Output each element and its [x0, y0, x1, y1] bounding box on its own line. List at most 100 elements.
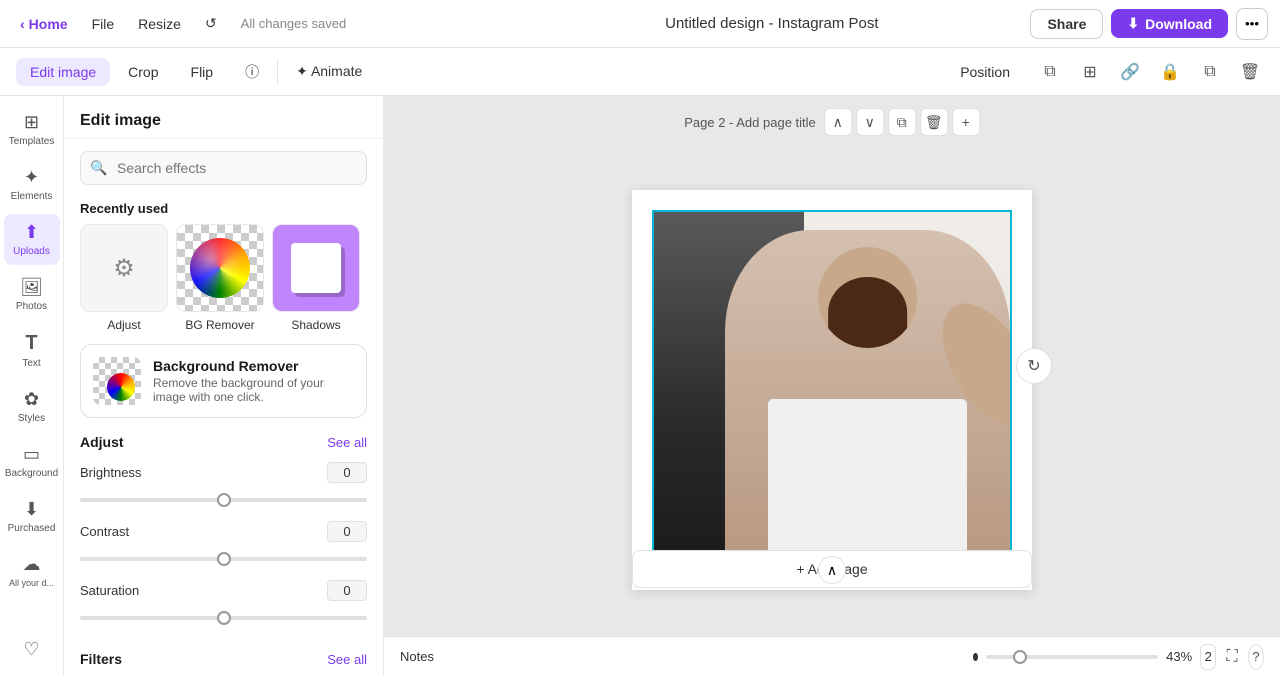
- templates-icon: ⊞: [24, 112, 39, 133]
- canvas-image[interactable]: ↻: [652, 210, 1012, 570]
- sidebar-item-photos[interactable]: 🖼 Photos: [4, 269, 60, 320]
- sidebar-item-label: Styles: [18, 413, 45, 424]
- download-button[interactable]: ⬇ Download: [1111, 9, 1228, 38]
- shadow-square: [291, 243, 341, 293]
- tab-animate[interactable]: ✦ Animate: [282, 57, 376, 86]
- zoom-percentage: 43%: [1166, 649, 1192, 664]
- link-icon[interactable]: 🔗: [1116, 58, 1144, 86]
- shirt: [768, 399, 967, 568]
- copy-icon[interactable]: ⧉: [1196, 58, 1224, 86]
- page-title-bar: Page 2 - Add page title ∧ ∨ ⧉ 🗑 +: [684, 108, 980, 136]
- ellipsis-icon: •••: [1245, 16, 1259, 31]
- effect-bg-remover[interactable]: BG Remover: [176, 224, 264, 332]
- sidebar-item-templates[interactable]: ⊞ Templates: [4, 104, 60, 155]
- contrast-slider-row: Contrast 0: [80, 521, 367, 566]
- canvas-page: ↻: [632, 190, 1032, 590]
- head: [818, 247, 918, 348]
- tab-info[interactable]: ⓘ: [231, 56, 273, 88]
- sidebar-item-label: Text: [22, 358, 40, 369]
- search-icon: 🔍: [90, 160, 107, 177]
- photos-icon: 🖼: [20, 277, 43, 298]
- animate-icon: ✦: [296, 63, 308, 79]
- more-options-button[interactable]: •••: [1236, 8, 1268, 40]
- help-button[interactable]: ?: [1248, 644, 1264, 670]
- grid-icon[interactable]: ⊞: [1076, 58, 1104, 86]
- all-icon: ☁: [23, 554, 41, 575]
- refresh-button[interactable]: ↻: [1016, 348, 1052, 384]
- saved-status: All changes saved: [241, 16, 347, 31]
- text-icon: T: [25, 332, 37, 355]
- zoom-reset-button[interactable]: 2: [1200, 644, 1216, 670]
- lock-icon[interactable]: 🔒: [1156, 58, 1184, 86]
- promo-title: Background Remover: [153, 358, 354, 374]
- sidebar-item-label: Uploads: [13, 246, 50, 257]
- adjust-section: Adjust See all Brightness 0 Contrast 0: [64, 434, 383, 651]
- chevron-left-icon: ‹: [20, 16, 25, 32]
- tab-edit-image[interactable]: Edit image: [16, 58, 110, 86]
- page-up-button[interactable]: ∧: [824, 108, 852, 136]
- page-copy-button[interactable]: ⧉: [888, 108, 916, 136]
- effect-adjust[interactable]: ⚙ Adjust: [80, 224, 168, 332]
- sidebar-item-label: Background: [5, 468, 58, 479]
- position-button[interactable]: Position: [946, 58, 1024, 86]
- sidebar-item-favorites[interactable]: ♡: [4, 631, 60, 668]
- adjust-see-all[interactable]: See all: [327, 435, 367, 450]
- undo-button[interactable]: ↺: [197, 11, 225, 36]
- adjust-title: Adjust: [80, 434, 124, 450]
- saturation-slider-row: Saturation 0: [80, 580, 367, 625]
- home-button[interactable]: ‹ Home: [12, 12, 76, 36]
- shadows-label: Shadows: [291, 318, 340, 332]
- page-add-button[interactable]: +: [952, 108, 980, 136]
- brightness-slider-row: Brightness 0: [80, 462, 367, 507]
- sidebar-item-label: Purchased: [8, 523, 56, 534]
- topbar-right: Share ⬇ Download •••: [1030, 8, 1268, 40]
- page-title-actions: ∧ ∨ ⧉ 🗑 +: [824, 108, 980, 136]
- sidebar-item-purchased[interactable]: ⬇ Purchased: [4, 491, 60, 542]
- sidebar-item-styles[interactable]: ✿ Styles: [4, 381, 60, 432]
- group-icon[interactable]: ⧉: [1036, 58, 1064, 86]
- sidebar-item-all[interactable]: ☁ All your d...: [4, 546, 60, 596]
- sidebar-item-uploads[interactable]: ⬆ Uploads: [4, 214, 60, 265]
- topbar-left: ‹ Home File Resize ↺ All changes saved: [12, 11, 513, 36]
- shadows-thumb: [272, 224, 360, 312]
- saturation-input[interactable]: [80, 616, 367, 620]
- filters-see-all[interactable]: See all: [327, 652, 367, 667]
- bg-remover-promo[interactable]: Background Remover Remove the background…: [80, 344, 367, 418]
- main-layout: ⊞ Templates ✦ Elements ⬆ Uploads 🖼 Photo…: [0, 96, 1280, 676]
- delete-icon[interactable]: 🗑: [1236, 58, 1264, 86]
- purchased-icon: ⬇: [24, 499, 39, 520]
- zoom-slider[interactable]: [986, 655, 1158, 659]
- tab-flip[interactable]: Flip: [177, 58, 228, 86]
- page-delete-button[interactable]: 🗑: [920, 108, 948, 136]
- scroll-up-button[interactable]: ∧: [818, 556, 846, 584]
- saturation-value: 0: [327, 580, 367, 601]
- brightness-input[interactable]: [80, 498, 367, 502]
- recently-used-title: Recently used: [64, 197, 383, 224]
- sidebar-item-background[interactable]: ▭ Background: [4, 436, 60, 487]
- share-button[interactable]: Share: [1030, 9, 1103, 39]
- search-effects-input[interactable]: [80, 151, 367, 185]
- sidebar-item-label: Elements: [11, 191, 53, 202]
- person-body: [725, 230, 1010, 568]
- download-icon: ⬇: [1127, 15, 1139, 32]
- filters-section-header: Filters See all: [80, 651, 367, 667]
- resize-button[interactable]: Resize: [130, 12, 189, 36]
- person-container: [725, 230, 1010, 568]
- adjust-section-header: Adjust See all: [80, 434, 367, 450]
- tab-crop[interactable]: Crop: [114, 58, 172, 86]
- contrast-input[interactable]: [80, 557, 367, 561]
- notes-label[interactable]: Notes: [400, 649, 434, 664]
- sidebar-item-text[interactable]: T Text: [4, 324, 60, 377]
- toolbar-divider: [277, 60, 278, 84]
- image-toolbar: Edit image Crop Flip ⓘ ✦ Animate Positio…: [0, 48, 1280, 96]
- canvas-wrapper[interactable]: Page 2 - Add page title ∧ ∨ ⧉ 🗑 +: [384, 96, 1280, 636]
- effects-grid: ⚙ Adjust BG Remover Shadows: [64, 224, 383, 344]
- file-button[interactable]: File: [84, 12, 123, 36]
- page-down-button[interactable]: ∨: [856, 108, 884, 136]
- edit-panel-header: Edit image: [64, 96, 383, 139]
- topbar: ‹ Home File Resize ↺ All changes saved U…: [0, 0, 1280, 48]
- fullscreen-button[interactable]: ⛶: [1224, 644, 1239, 670]
- canvas-bottombar: Notes 43% 2 ⛶ ?: [384, 636, 1280, 676]
- effect-shadows[interactable]: Shadows: [272, 224, 360, 332]
- sidebar-item-elements[interactable]: ✦ Elements: [4, 159, 60, 210]
